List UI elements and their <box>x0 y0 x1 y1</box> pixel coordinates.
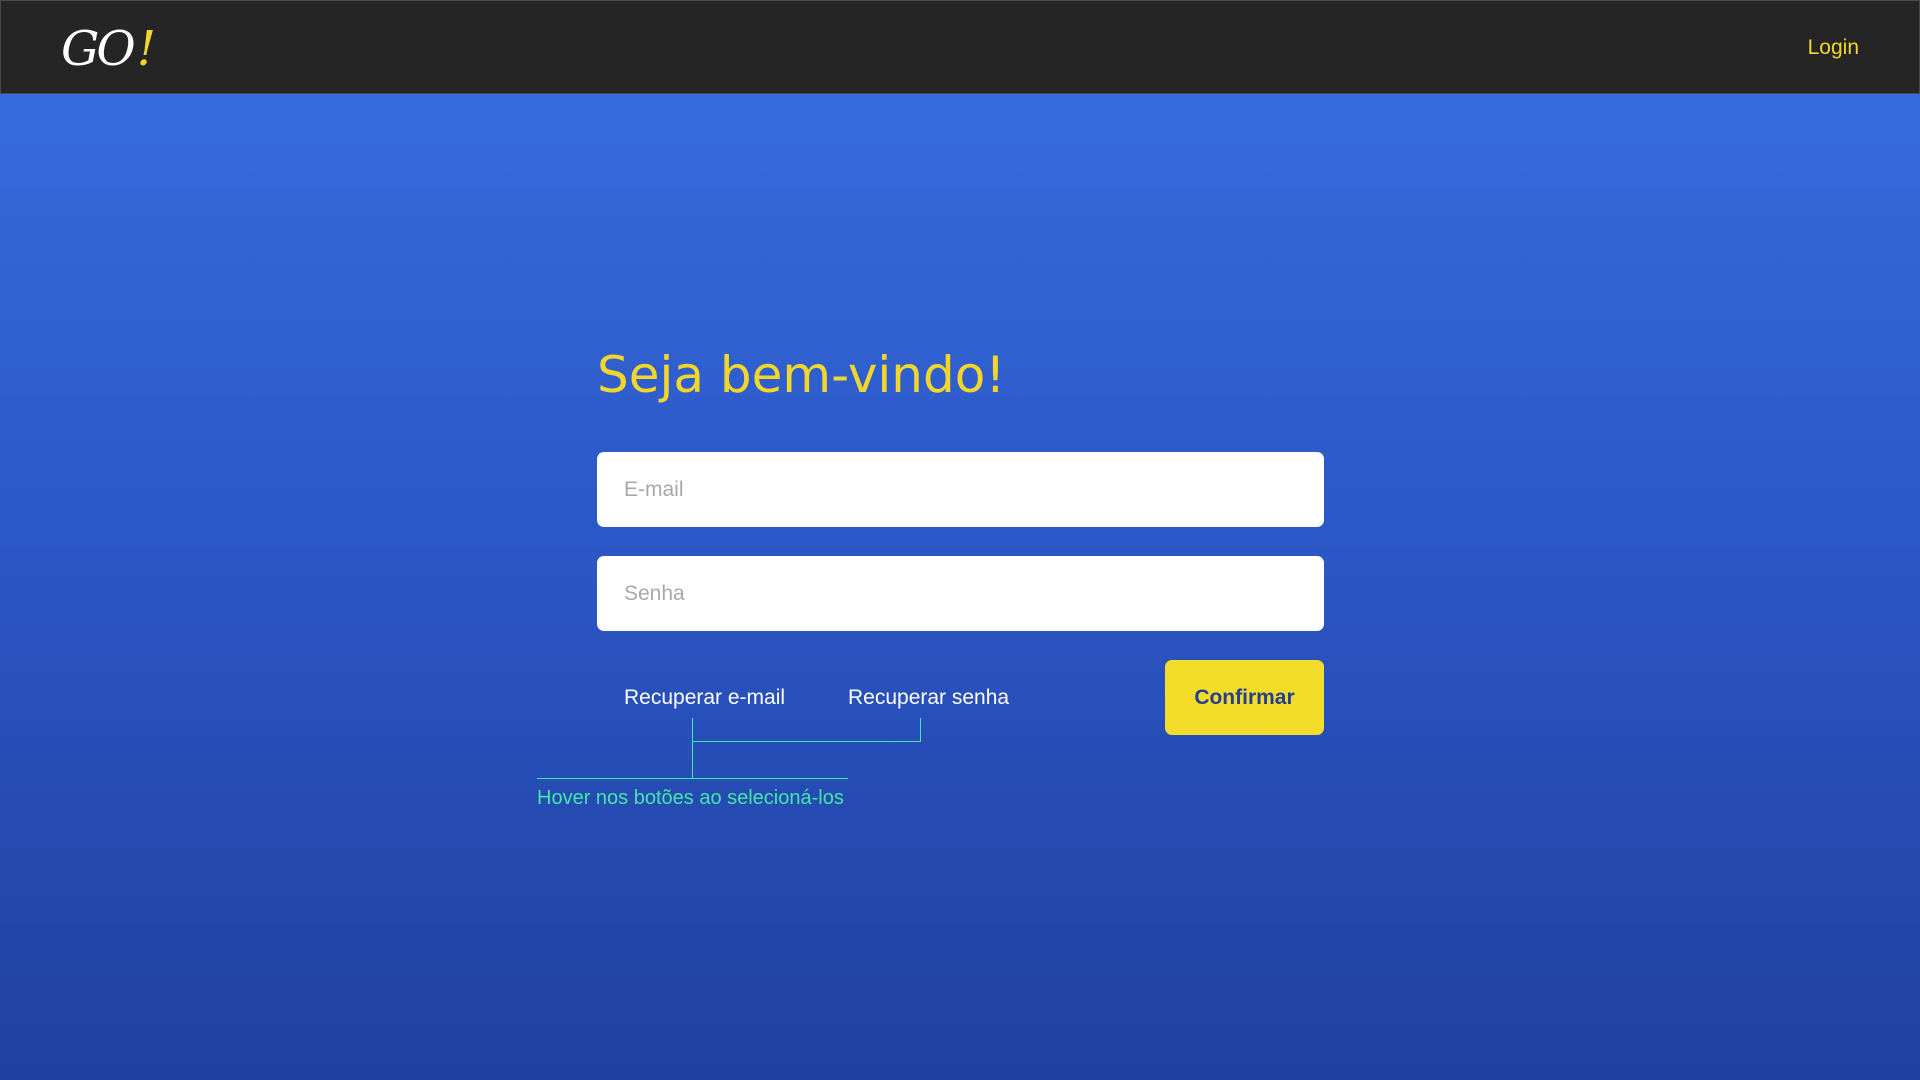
annotation-underline <box>537 778 848 779</box>
go-logo[interactable]: GO! <box>61 21 156 77</box>
page-title: Seja bem-vindo! <box>597 346 1006 404</box>
logo-exclamation: ! <box>136 21 156 77</box>
login-link[interactable]: Login <box>1808 36 1859 60</box>
confirm-button[interactable]: Confirmar <box>1165 660 1324 735</box>
logo-text: GO <box>61 21 136 77</box>
password-input[interactable] <box>597 556 1324 631</box>
annotation-connector <box>692 741 921 742</box>
recover-password-button[interactable]: Recuperar senha <box>848 686 1009 710</box>
annotation-note: Hover nos botões ao selecioná-los <box>537 787 844 809</box>
recover-email-button[interactable]: Recuperar e-mail <box>624 686 785 710</box>
annotation-connector <box>692 718 693 779</box>
top-navbar: GO! Login <box>0 0 1920 94</box>
annotation-connector <box>920 718 921 742</box>
email-input[interactable] <box>597 452 1324 527</box>
